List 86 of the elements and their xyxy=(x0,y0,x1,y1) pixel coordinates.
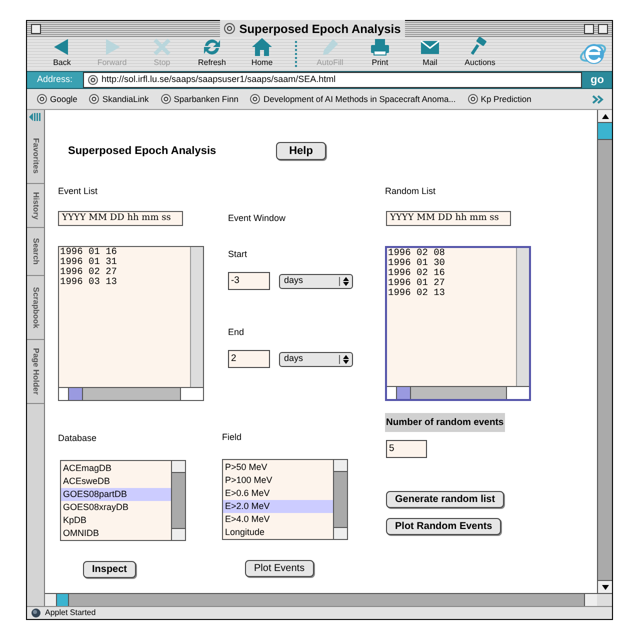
text-line: 1996 01 27 xyxy=(388,278,446,288)
number-field[interactable]: 5 xyxy=(386,440,427,458)
list-item[interactable]: ACEmagDB xyxy=(61,462,171,475)
field-label: Event List xyxy=(58,185,98,197)
toolbar-button[interactable]: Home xyxy=(237,37,287,69)
scrollbar[interactable] xyxy=(333,460,347,539)
favorite-link[interactable]: Sparbanken Finn xyxy=(160,92,238,106)
button[interactable]: Generate random list xyxy=(386,491,504,508)
page-heading: Superposed Epoch Analysis xyxy=(68,144,218,159)
toolbar-button[interactable]: Back xyxy=(37,37,87,69)
toolbar-button[interactable]: Print xyxy=(355,37,405,69)
favorite-link[interactable]: SkandiaLink xyxy=(89,92,149,106)
list-item[interactable]: GOES08partDB xyxy=(61,488,171,501)
field-label: Database xyxy=(58,432,97,444)
favorite-link[interactable]: Kp Prediction xyxy=(468,92,532,106)
number-field[interactable]: 2 xyxy=(228,350,270,368)
text-line: 1996 02 08 xyxy=(388,248,446,258)
list-item[interactable]: P>100 MeV xyxy=(223,474,333,487)
field-label: Event Window xyxy=(228,212,286,224)
text-line: 1996 01 31 xyxy=(60,257,118,267)
vertical-scrollbar[interactable] xyxy=(597,110,612,593)
field-label: Random List xyxy=(385,185,436,197)
button[interactable]: Plot Random Events xyxy=(386,518,502,535)
button[interactable]: Help xyxy=(276,142,326,160)
text-line: 1996 01 30 xyxy=(388,258,446,268)
scrollbar[interactable] xyxy=(190,247,203,387)
window-title: Superposed Epoch Analysis xyxy=(239,20,401,38)
list-item[interactable]: GOES08xrayDB xyxy=(61,501,171,514)
text-area[interactable]: 1996 02 08 1996 01 30 1996 02 16 1996 01 27 1996 02 13 xyxy=(385,246,531,401)
unit-dropdown[interactable]: days xyxy=(279,274,353,288)
text-line: 1996 03 13 xyxy=(60,277,118,287)
list-box[interactable]: P>50 MeV P>100 MeV E>0.6 MeV E>2.0 MeV E>4.0 MeV Longitude xyxy=(222,459,348,540)
circular-arrows-icon xyxy=(201,37,223,57)
updown-arrows-icon xyxy=(339,354,349,364)
field-label: Number of random events xyxy=(385,413,505,432)
horizontal-scrollbar[interactable] xyxy=(45,593,612,606)
number-field[interactable]: -3 xyxy=(228,272,270,290)
list-item[interactable]: E>0.6 MeV xyxy=(223,487,333,500)
button[interactable]: Plot Events xyxy=(245,560,314,577)
favorite-link[interactable]: Google xyxy=(37,92,78,106)
globe-icon xyxy=(31,608,41,618)
list-item[interactable]: OMNIDB xyxy=(61,527,171,540)
chevron-icon[interactable] xyxy=(592,94,604,104)
field-label: Start xyxy=(228,248,248,260)
toolbar-button[interactable]: Refresh xyxy=(187,37,237,69)
down-arrow-icon xyxy=(602,584,608,590)
list-box[interactable]: ACEmagDB ACEsweDB GOES08partDB GOES08xrayDB KpDB OMNIDB xyxy=(60,460,186,541)
house-icon xyxy=(251,37,273,57)
toolbar-button[interactable]: Auctions xyxy=(455,37,505,69)
text-line: 1996 02 13 xyxy=(388,288,446,298)
text-line: 1996 01 16 xyxy=(60,247,118,257)
go-button[interactable]: go xyxy=(582,72,612,88)
list-item[interactable]: ACEsweDB xyxy=(61,475,171,488)
toolbar-button[interactable]: Mail xyxy=(405,37,455,69)
favorite-link[interactable]: Development of AI Methods in Spacecraft Anoma... xyxy=(250,92,456,106)
list-item[interactable]: KpDB xyxy=(61,514,171,527)
scrollbar[interactable] xyxy=(516,248,529,386)
field-label: End xyxy=(228,326,244,338)
format-field[interactable]: YYYY MM DD hh mm ss xyxy=(386,211,511,226)
list-item[interactable]: Longitude xyxy=(223,526,333,539)
scroll-down-button[interactable] xyxy=(598,580,612,593)
up-arrow-icon[interactable] xyxy=(602,114,608,118)
field-label: Field xyxy=(222,431,242,443)
collapse-box[interactable] xyxy=(584,24,594,34)
text-line: 1996 02 27 xyxy=(60,267,118,277)
list-item[interactable]: E>4.0 MeV xyxy=(223,513,333,526)
close-box[interactable] xyxy=(31,24,41,34)
text-area[interactable]: 1996 01 16 1996 01 31 1996 02 27 1996 03 13 xyxy=(58,246,204,401)
unit-dropdown[interactable]: days xyxy=(279,352,353,366)
scrollbar[interactable] xyxy=(59,387,203,400)
button[interactable]: Inspect xyxy=(83,561,136,578)
address-field[interactable]: http://sol.irfl.lu.se/saaps/saapsuser1/saaps/saam/SEA.html xyxy=(82,72,582,88)
status-text: Applet Started xyxy=(45,607,96,619)
updown-arrows-icon xyxy=(339,276,349,286)
cross-icon xyxy=(151,37,173,57)
text-line: 1996 02 16 xyxy=(388,268,446,278)
scroll-thumb[interactable] xyxy=(598,123,612,140)
list-item[interactable]: P>50 MeV xyxy=(223,461,333,474)
sidebar-toggle-icon[interactable] xyxy=(29,112,41,122)
printer-icon xyxy=(369,37,391,57)
zoom-box[interactable] xyxy=(598,24,608,34)
scrollbar[interactable] xyxy=(171,461,185,540)
scrollbar[interactable] xyxy=(387,386,529,399)
list-item[interactable]: E>2.0 MeV xyxy=(223,500,333,513)
format-field[interactable]: YYYY MM DD hh mm ss xyxy=(58,211,183,226)
address-label: Address: xyxy=(27,72,83,88)
